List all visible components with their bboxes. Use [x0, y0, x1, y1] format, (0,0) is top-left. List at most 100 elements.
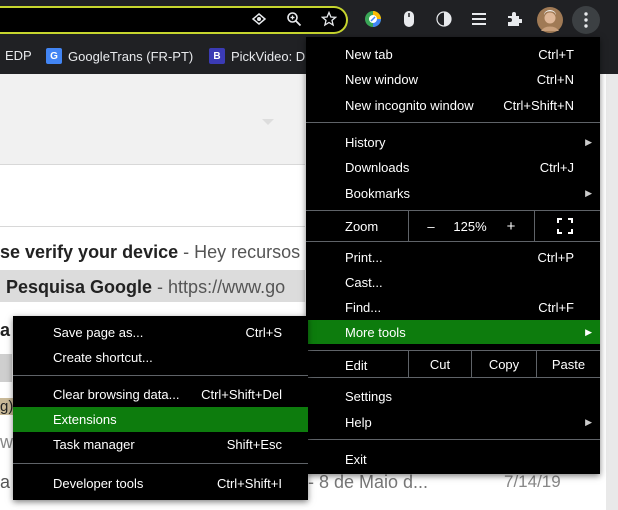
menu-item-settings[interactable]: Settings [306, 384, 600, 408]
menu-item-cast[interactable]: Cast... [306, 270, 600, 294]
result-snippet: - https://www.go [152, 277, 286, 297]
paste-button[interactable]: Paste [537, 351, 600, 377]
google-translate-icon: G [46, 48, 62, 64]
result-title: se verify your device [0, 242, 179, 262]
submenu-item-developer-tools[interactable]: Developer tools Ctrl+Shift+I [13, 471, 308, 496]
menu-separator [306, 122, 600, 123]
divider [0, 164, 305, 165]
zoom-in-button[interactable]: + [496, 211, 526, 241]
extension-color-icon[interactable] [362, 8, 384, 30]
menu-item-more-tools[interactable]: More tools ▶ [306, 320, 600, 344]
fullscreen-button[interactable] [550, 211, 580, 241]
menu-item-shortcut: Ctrl+Shift+N [503, 97, 574, 113]
menu-item-label: New incognito window [345, 97, 474, 113]
submenu-arrow-icon: ▶ [585, 187, 592, 198]
copy-button[interactable]: Copy [472, 351, 536, 377]
menu-item-new-incognito[interactable]: New incognito window Ctrl+Shift+N [306, 93, 600, 117]
pickvideo-icon: B [209, 48, 225, 64]
result-line-1[interactable]: se verify your device - Hey recursos [0, 242, 300, 263]
menu-item-label: Clear browsing data... [53, 387, 180, 402]
menu-separator [13, 463, 308, 464]
bookmark-label: GoogleTrans (FR-PT) [68, 48, 194, 64]
result-title: Pesquisa Google [6, 277, 153, 297]
reading-list-icon[interactable] [468, 8, 490, 30]
puzzle-icon[interactable] [503, 8, 525, 30]
avatar[interactable] [537, 7, 563, 33]
contrast-icon[interactable] [433, 8, 455, 30]
star-icon[interactable] [318, 8, 340, 30]
partial-text: a [0, 472, 11, 492]
fullscreen-icon [557, 218, 573, 234]
menu-item-find[interactable]: Find... Ctrl+F [306, 295, 600, 319]
submenu-item-save-page[interactable]: Save page as... Ctrl+S [13, 320, 308, 345]
menu-separator [306, 439, 600, 440]
submenu-arrow-icon: ▶ [585, 136, 592, 147]
result-row-date: 7/14/19 [504, 472, 561, 491]
menu-item-history[interactable]: History ▶ [306, 130, 600, 154]
menu-item-label: Help [345, 414, 372, 430]
submenu-arrow-icon: ▶ [585, 326, 592, 337]
bookmark-label: EDP [5, 48, 32, 63]
chrome-main-menu: New tab Ctrl+T New window Ctrl+N New inc… [306, 37, 600, 474]
divider [408, 211, 409, 241]
bookmark-pickvideo[interactable]: B PickVideo: D [209, 48, 305, 64]
menu-item-new-window[interactable]: New window Ctrl+N [306, 67, 600, 91]
menu-separator [13, 375, 308, 376]
zoom-out-button[interactable]: – [416, 211, 446, 241]
extension-mouse-icon[interactable] [398, 8, 420, 30]
menu-item-print[interactable]: Print... Ctrl+P [306, 245, 600, 269]
submenu-item-create-shortcut[interactable]: Create shortcut... [13, 345, 308, 370]
submenu-item-clear-browsing-data[interactable]: Clear browsing data... Ctrl+Shift+Del [13, 382, 308, 407]
kebab-menu-icon[interactable] [572, 6, 600, 34]
menu-item-label: New tab [345, 46, 393, 62]
menu-item-help[interactable]: Help ▶ [306, 410, 600, 434]
zoom-row: Zoom – 125% + [306, 211, 600, 241]
partial-text: a [0, 320, 11, 340]
zoom-level: 125% [453, 218, 487, 234]
menu-item-shortcut: Ctrl+P [537, 249, 574, 265]
result-line-2[interactable]: Pesquisa Google - https://www.go [6, 277, 285, 298]
bookmark-googletrans[interactable]: G GoogleTrans (FR-PT) [46, 48, 193, 64]
menu-item-label: Print... [345, 249, 383, 265]
menu-item-label: More tools [345, 324, 406, 340]
menu-item-label: Developer tools [53, 476, 144, 491]
chevron-down-icon[interactable] [262, 119, 274, 125]
menu-item-shortcut: Ctrl+Shift+Del [201, 387, 282, 402]
submenu-item-task-manager[interactable]: Task manager Shift+Esc [13, 432, 308, 457]
menu-item-label: Settings [345, 388, 392, 404]
menu-item-label: Bookmarks [345, 185, 411, 201]
menu-item-shortcut: Ctrl+J [539, 159, 574, 175]
cut-button[interactable]: Cut [409, 351, 471, 377]
menu-item-label: Task manager [53, 437, 135, 452]
submenu-item-extensions[interactable]: Extensions [13, 407, 308, 432]
menu-item-downloads[interactable]: Downloads Ctrl+J [306, 155, 600, 179]
menu-item-label: Downloads [345, 159, 410, 175]
edit-row: Edit Cut Copy Paste [306, 351, 600, 377]
menu-item-label: History [345, 134, 386, 150]
menu-item-label: Save page as... [53, 325, 144, 340]
menu-item-shortcut: Ctrl+S [245, 325, 282, 340]
menu-item-label: Exit [345, 451, 367, 467]
menu-item-bookmarks[interactable]: Bookmarks ▶ [306, 181, 600, 205]
menu-item-shortcut: Ctrl+F [538, 299, 574, 315]
menu-item-new-tab[interactable]: New tab Ctrl+T [306, 42, 600, 66]
menu-item-label: Cast... [345, 274, 383, 290]
menu-separator [306, 241, 600, 242]
bookmark-edp[interactable]: EDP [5, 48, 32, 63]
submenu-arrow-icon: ▶ [585, 416, 592, 427]
browser-toolbar [0, 0, 618, 40]
edit-label: Edit [345, 358, 368, 373]
menu-item-shortcut: Ctrl+Shift+I [216, 476, 282, 491]
divider [534, 211, 535, 241]
page-scrollbar[interactable] [606, 74, 618, 510]
menu-item-label: Find... [345, 299, 382, 315]
menu-item-shortcut: Ctrl+T [538, 46, 574, 62]
menu-item-exit[interactable]: Exit [306, 447, 600, 471]
partial-text: g) [0, 398, 14, 415]
menu-item-shortcut: Ctrl+N [536, 71, 574, 87]
more-tools-submenu: Save page as... Ctrl+S Create shortcut..… [13, 316, 308, 500]
bookmark-label: PickVideo: D [231, 48, 306, 64]
eye-icon[interactable] [248, 8, 270, 30]
menu-item-label: Create shortcut... [53, 350, 153, 365]
zoom-icon[interactable] [283, 8, 305, 30]
